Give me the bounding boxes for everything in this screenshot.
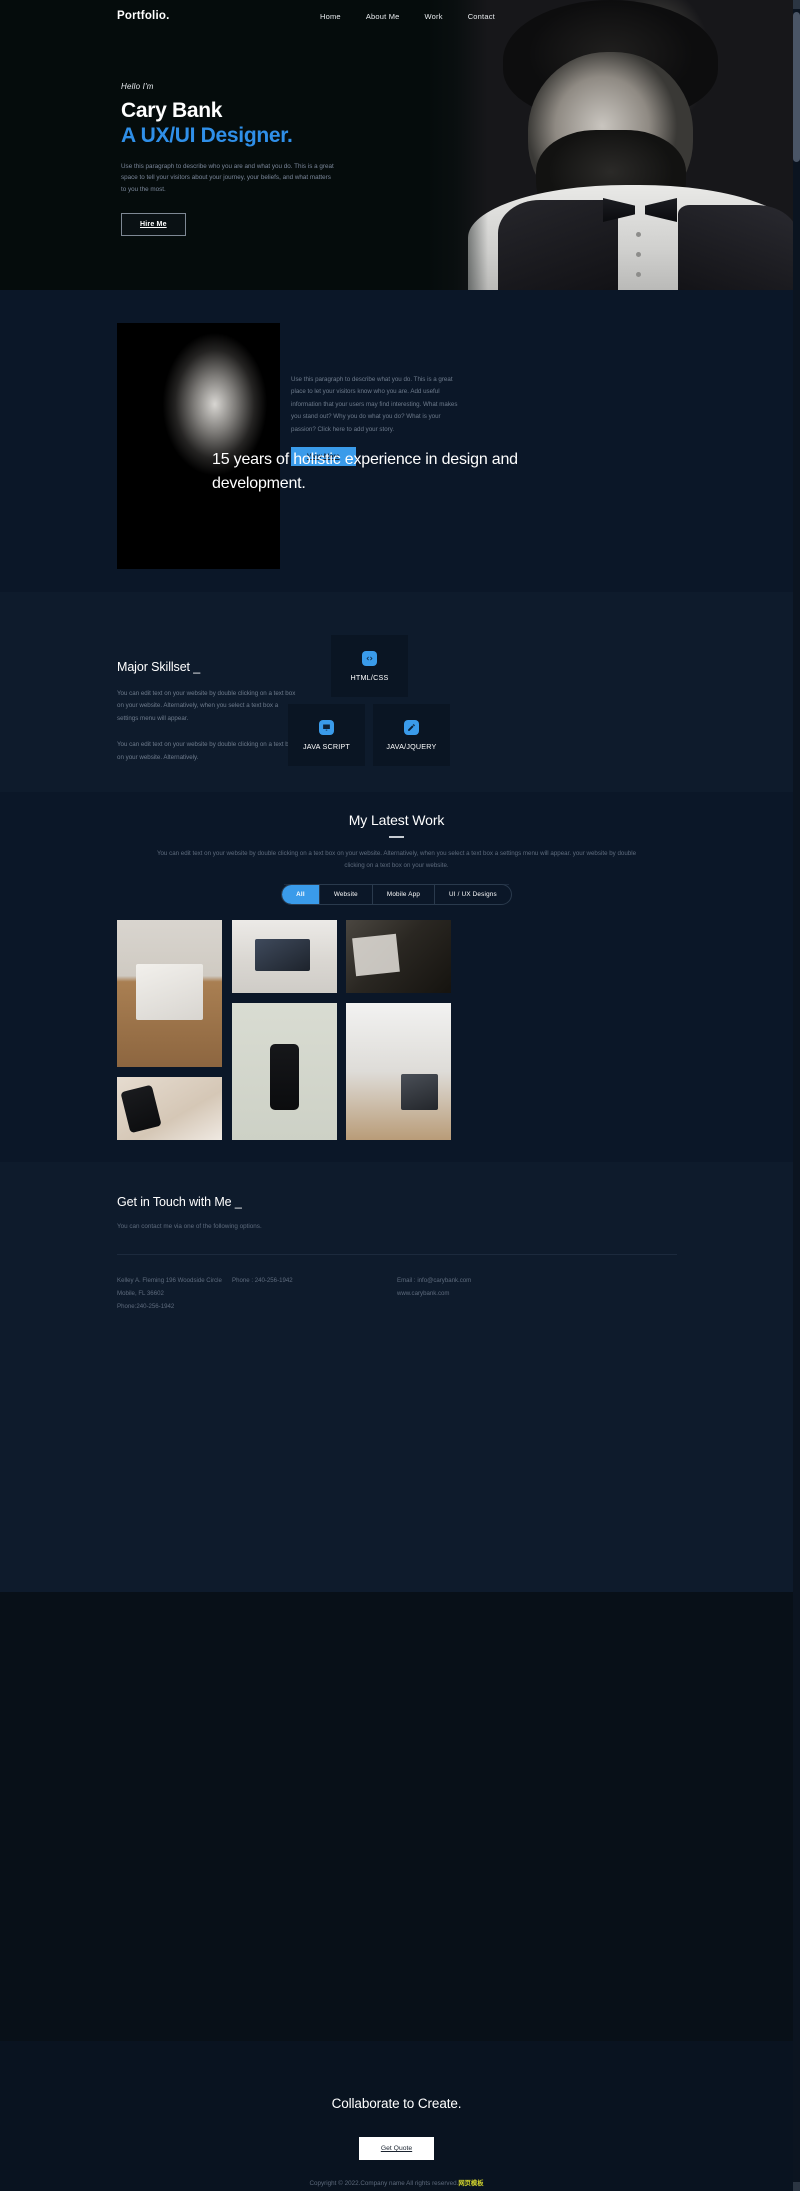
- shirt-button-3: [636, 272, 641, 277]
- hero-name: Cary Bank: [121, 99, 223, 122]
- scroll-up-arrow[interactable]: [793, 0, 800, 9]
- skill-card-java-script[interactable]: JAVA SCRIPT: [288, 704, 365, 766]
- work-filter-bar: All Website Mobile App UI / UX Designs: [0, 884, 793, 905]
- hero-portrait-photo: [428, 0, 793, 290]
- pen-icon: [404, 719, 419, 735]
- page-scrollbar[interactable]: [793, 0, 800, 2191]
- work-subtitle: You can edit text on your website by dou…: [156, 849, 637, 869]
- skills-title: Major Skillset _: [117, 660, 201, 674]
- hero-section: Portfolio. Home About Me Work Contact He…: [0, 0, 793, 290]
- work-filter-website[interactable]: Website: [320, 885, 373, 904]
- nav-item-home[interactable]: Home: [320, 12, 341, 21]
- contact-divider: [117, 1254, 677, 1255]
- work-title: My Latest Work: [348, 812, 445, 828]
- shirt-button-2: [636, 252, 641, 257]
- work-header: My Latest Work You can edit text on your…: [0, 812, 793, 886]
- about-portrait-image: [117, 323, 280, 569]
- footer-title: Collaborate to Create.: [331, 2096, 462, 2111]
- shirt-button-1: [636, 232, 641, 237]
- work-tile[interactable]: [232, 920, 337, 993]
- contact-website[interactable]: www.carybank.com: [397, 1288, 471, 1301]
- contact-title: Get in Touch with Me _: [117, 1195, 242, 1209]
- skill-card-label: HTML/CSS: [350, 672, 389, 682]
- copyright-text: Copyright © 2022.Company name All rights…: [309, 2180, 459, 2187]
- site-logo[interactable]: Portfolio.: [117, 10, 169, 22]
- skill-card-java-jquery[interactable]: JAVA/JQUERY: [373, 704, 450, 766]
- copyright-link[interactable]: 网页模板: [458, 2180, 483, 2187]
- footer-section: Collaborate to Create. Get Quote Copyrig…: [0, 2041, 793, 2191]
- skill-card-html-css[interactable]: HTML/CSS: [331, 635, 408, 697]
- hire-me-button[interactable]: Hire Me: [121, 213, 186, 237]
- work-filter-mobile-app[interactable]: Mobile App: [373, 885, 436, 904]
- page-root: Portfolio. Home About Me Work Contact He…: [0, 0, 800, 2191]
- portrait-bowtie: [603, 198, 677, 222]
- main-navbar: Portfolio. Home About Me Work Contact: [0, 0, 793, 36]
- contact-phone-column: Phone : 240-256-1942: [232, 1275, 397, 1313]
- contact-email[interactable]: Email : info@carybank.com: [397, 1275, 471, 1288]
- work-filter-ui-ux-designs[interactable]: UI / UX Designs: [435, 885, 511, 904]
- footer-copyright: Copyright © 2022.Company name All rights…: [0, 2178, 793, 2187]
- get-quote-button[interactable]: Get Quote: [358, 2137, 435, 2160]
- hero-text-block: Hello I'm Cary Bank A UX/UI Designer. Us…: [121, 82, 371, 237]
- nav-item-contact[interactable]: Contact: [468, 12, 495, 21]
- hero-paragraph: Use this paragraph to describe who you a…: [121, 162, 334, 193]
- work-tile[interactable]: [117, 920, 222, 1067]
- skills-paragraph-2: You can edit text on your website by dou…: [117, 741, 296, 761]
- skill-card-label: JAVA/JQUERY: [386, 741, 437, 751]
- skill-card-label: JAVA SCRIPT: [302, 741, 351, 751]
- contact-details: Kelley A. Fleming 196 Woodside Circle Mo…: [117, 1275, 677, 1313]
- hero-greeting: Hello I'm: [121, 82, 154, 91]
- scroll-down-arrow[interactable]: [793, 2182, 800, 2191]
- nav-item-work[interactable]: Work: [425, 12, 443, 21]
- contact-subtitle: You can contact me via one of the follow…: [117, 1223, 262, 1230]
- hero-role: A UX/UI Designer.: [121, 123, 293, 147]
- code-icon: [362, 650, 377, 666]
- work-filter-all[interactable]: All: [282, 885, 320, 904]
- contact-phone[interactable]: Phone : 240-256-1942: [232, 1275, 397, 1288]
- contact-email-column: Email : info@carybank.com www.carybank.c…: [397, 1275, 471, 1313]
- about-headline: 15 years of holistic experience in desig…: [212, 451, 518, 493]
- nav-links: Home About Me Work Contact: [320, 12, 495, 21]
- about-paragraph: Use this paragraph to describe what you …: [291, 376, 458, 433]
- nav-item-about-me[interactable]: About Me: [366, 12, 400, 21]
- portrait-vest-left: [498, 200, 618, 290]
- work-tile[interactable]: [117, 1077, 222, 1140]
- work-tile[interactable]: [346, 920, 451, 993]
- portrait-vest-right: [678, 205, 793, 290]
- contact-address-column: Kelley A. Fleming 196 Woodside Circle Mo…: [117, 1275, 232, 1313]
- monitor-icon: [319, 719, 334, 735]
- scrollbar-thumb[interactable]: [793, 12, 800, 162]
- skills-paragraph-1: You can edit text on your website by dou…: [117, 690, 296, 722]
- contact-address-line-2: Mobile, FL 36602: [117, 1289, 164, 1297]
- work-tile[interactable]: [346, 1003, 451, 1140]
- contact-block: Get in Touch with Me _ You can contact m…: [117, 1195, 677, 1313]
- work-tile[interactable]: [232, 1003, 337, 1140]
- work-divider-dash: [389, 836, 404, 838]
- skills-text-block: Major Skillset _ You can edit text on yo…: [117, 660, 297, 764]
- contact-address-line-3: Phone:240-256-1942: [117, 1302, 175, 1310]
- contact-address-line-1: Kelley A. Fleming 196 Woodside Circle: [117, 1277, 222, 1284]
